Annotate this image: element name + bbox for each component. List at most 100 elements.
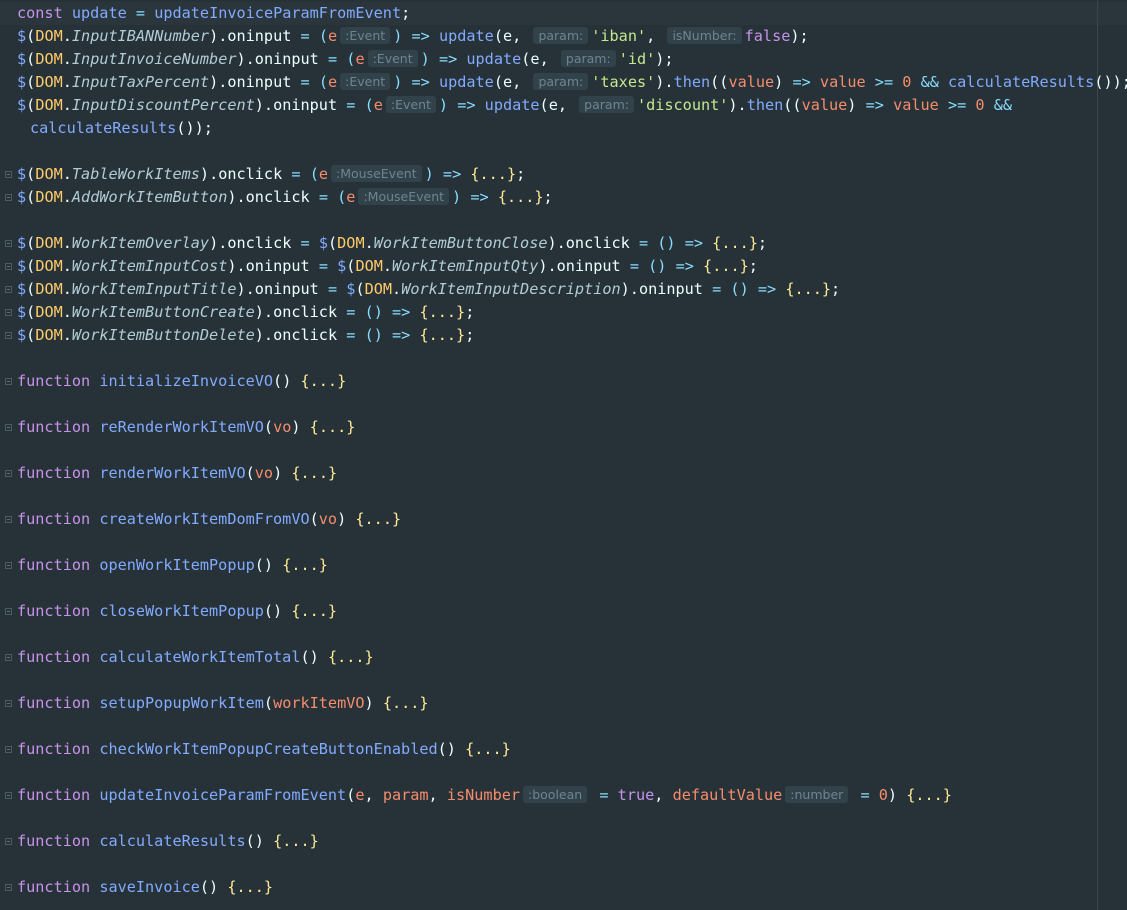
function-name: updateInvoiceParamFromEvent bbox=[99, 786, 347, 804]
identifier: $ bbox=[17, 27, 27, 45]
identifier: $ bbox=[17, 96, 27, 114]
folded-block[interactable]: {...} bbox=[465, 740, 511, 758]
parameter-hint: isNumber: bbox=[667, 27, 742, 44]
fold-icon[interactable] bbox=[5, 332, 12, 339]
code-line[interactable]: function initializeInvoiceVO() {...} bbox=[17, 370, 346, 393]
code-line[interactable]: const update = updateInvoiceParamFromEve… bbox=[17, 2, 410, 25]
code-line[interactable]: function updateInvoiceParamFromEvent(e, … bbox=[17, 784, 952, 807]
code-line[interactable]: $(DOM.InputDiscountPercent).oninput = (e… bbox=[17, 94, 1012, 117]
parameter: e bbox=[355, 786, 365, 804]
fold-icon[interactable] bbox=[5, 263, 12, 270]
code-line[interactable]: $(DOM.InputIBANNumber).oninput = (e:Even… bbox=[17, 25, 809, 48]
identifier: update bbox=[466, 50, 522, 68]
identifier: InputTaxPercent bbox=[71, 73, 210, 91]
folded-block[interactable]: {...} bbox=[291, 464, 337, 482]
fold-icon[interactable] bbox=[5, 194, 12, 201]
folded-block[interactable]: {...} bbox=[419, 326, 465, 344]
fold-icon[interactable] bbox=[5, 470, 12, 477]
fold-icon[interactable] bbox=[5, 171, 12, 178]
folded-block[interactable]: {...} bbox=[470, 165, 516, 183]
folded-block[interactable]: {...} bbox=[785, 280, 831, 298]
type-hint: :MouseEvent bbox=[358, 188, 450, 205]
folded-block[interactable]: {...} bbox=[712, 234, 758, 252]
code-line[interactable]: function calculateWorkItemTotal() {...} bbox=[17, 646, 374, 669]
code-line[interactable]: calculateResults()); bbox=[30, 117, 213, 140]
keyword: function bbox=[17, 418, 91, 436]
code-line[interactable]: function setupPopupWorkItem(workItemVO) … bbox=[17, 692, 429, 715]
fold-icon[interactable] bbox=[5, 562, 12, 569]
code-line[interactable]: function calculateResults() {...} bbox=[17, 830, 319, 853]
identifier: onclick bbox=[273, 303, 338, 321]
code-line[interactable]: function createWorkItemDomFromVO(vo) {..… bbox=[17, 508, 401, 531]
code-line[interactable]: $(DOM.InputInvoiceNumber).oninput = (e:E… bbox=[17, 48, 674, 71]
fold-icon[interactable] bbox=[5, 792, 12, 799]
keyword: function bbox=[17, 878, 91, 896]
folded-block[interactable]: {...} bbox=[273, 832, 319, 850]
fold-icon[interactable] bbox=[5, 838, 12, 845]
parameter: value bbox=[801, 96, 848, 114]
parameter-hint: param: bbox=[579, 96, 634, 113]
identifier: DOM bbox=[35, 257, 63, 275]
folded-block[interactable]: {...} bbox=[310, 418, 356, 436]
code-line[interactable]: function saveInvoice() {...} bbox=[17, 876, 273, 899]
parameter: isNumber bbox=[446, 786, 521, 804]
function-name: checkWorkItemPopupCreateButtonEnabled bbox=[99, 740, 438, 758]
folded-block[interactable]: {...} bbox=[291, 602, 337, 620]
identifier: TableWorkItems bbox=[71, 165, 200, 183]
folded-block[interactable]: {...} bbox=[328, 648, 374, 666]
fold-icon[interactable] bbox=[5, 746, 12, 753]
identifier: $ bbox=[17, 326, 27, 344]
fold-icon[interactable] bbox=[5, 654, 12, 661]
folded-block[interactable]: {...} bbox=[419, 303, 465, 321]
folded-block[interactable]: {...} bbox=[227, 878, 273, 896]
parameter: e bbox=[530, 50, 540, 68]
identifier: oninput bbox=[254, 50, 319, 68]
parameter: e bbox=[328, 27, 338, 45]
fold-icon[interactable] bbox=[5, 309, 12, 316]
code-line[interactable]: $(DOM.AddWorkItemButton).onclick = (e:Mo… bbox=[17, 186, 553, 209]
fold-icon[interactable] bbox=[5, 378, 12, 385]
identifier: onclick bbox=[565, 234, 630, 252]
identifier: oninput bbox=[227, 73, 292, 91]
folded-block[interactable]: {...} bbox=[355, 510, 401, 528]
identifier: update bbox=[484, 96, 540, 114]
fold-icon[interactable] bbox=[5, 884, 12, 891]
identifier: oninput bbox=[227, 27, 292, 45]
code-line[interactable]: $(DOM.WorkItemButtonCreate).onclick = ()… bbox=[17, 301, 474, 324]
folded-block[interactable]: {...} bbox=[383, 694, 429, 712]
fold-icon[interactable] bbox=[5, 700, 12, 707]
code-line[interactable]: function openWorkItemPopup() {...} bbox=[17, 554, 328, 577]
code-line[interactable]: function renderWorkItemVO(vo) {...} bbox=[17, 462, 337, 485]
fold-icon[interactable] bbox=[5, 286, 12, 293]
folded-block[interactable]: {...} bbox=[498, 188, 544, 206]
number-literal: 0 bbox=[902, 73, 912, 91]
code-line[interactable]: $(DOM.WorkItemButtonDelete).onclick = ()… bbox=[17, 324, 474, 347]
code-editor[interactable]: const update = updateInvoiceParamFromEve… bbox=[0, 0, 1127, 910]
keyword: function bbox=[17, 740, 91, 758]
code-line[interactable]: $(DOM.WorkItemInputTitle).oninput = $(DO… bbox=[17, 278, 840, 301]
fold-icon[interactable] bbox=[5, 516, 12, 523]
identifier: WorkItemInputQty bbox=[392, 257, 539, 275]
code-line[interactable]: $(DOM.WorkItemInputCost).oninput = $(DOM… bbox=[17, 255, 758, 278]
code-line[interactable]: function checkWorkItemPopupCreateButtonE… bbox=[17, 738, 511, 761]
fold-icon[interactable] bbox=[5, 424, 12, 431]
code-line[interactable]: $(DOM.TableWorkItems).onclick = (e:Mouse… bbox=[17, 163, 525, 186]
identifier: DOM bbox=[35, 234, 63, 252]
code-line[interactable]: $(DOM.InputTaxPercent).oninput = (e:Even… bbox=[17, 71, 1127, 94]
folded-block[interactable]: {...} bbox=[282, 556, 328, 574]
fold-icon[interactable] bbox=[5, 608, 12, 615]
folded-block[interactable]: {...} bbox=[301, 372, 347, 390]
parameter: value bbox=[893, 96, 939, 114]
folded-block[interactable]: {...} bbox=[906, 786, 952, 804]
code-line[interactable]: function closeWorkItemPopup() {...} bbox=[17, 600, 337, 623]
code-line[interactable]: $(DOM.WorkItemOverlay).onclick = $(DOM.W… bbox=[17, 232, 767, 255]
folded-block[interactable]: {...} bbox=[703, 257, 749, 275]
identifier: update bbox=[438, 27, 494, 45]
parameter-hint: param: bbox=[533, 73, 589, 90]
code-line[interactable]: function reRenderWorkItemVO(vo) {...} bbox=[17, 416, 355, 439]
string-literal: 'discount' bbox=[636, 96, 729, 114]
number-literal: 0 bbox=[975, 96, 985, 114]
type-hint: :number bbox=[785, 786, 849, 803]
identifier: DOM bbox=[337, 234, 365, 252]
fold-icon[interactable] bbox=[5, 240, 12, 247]
